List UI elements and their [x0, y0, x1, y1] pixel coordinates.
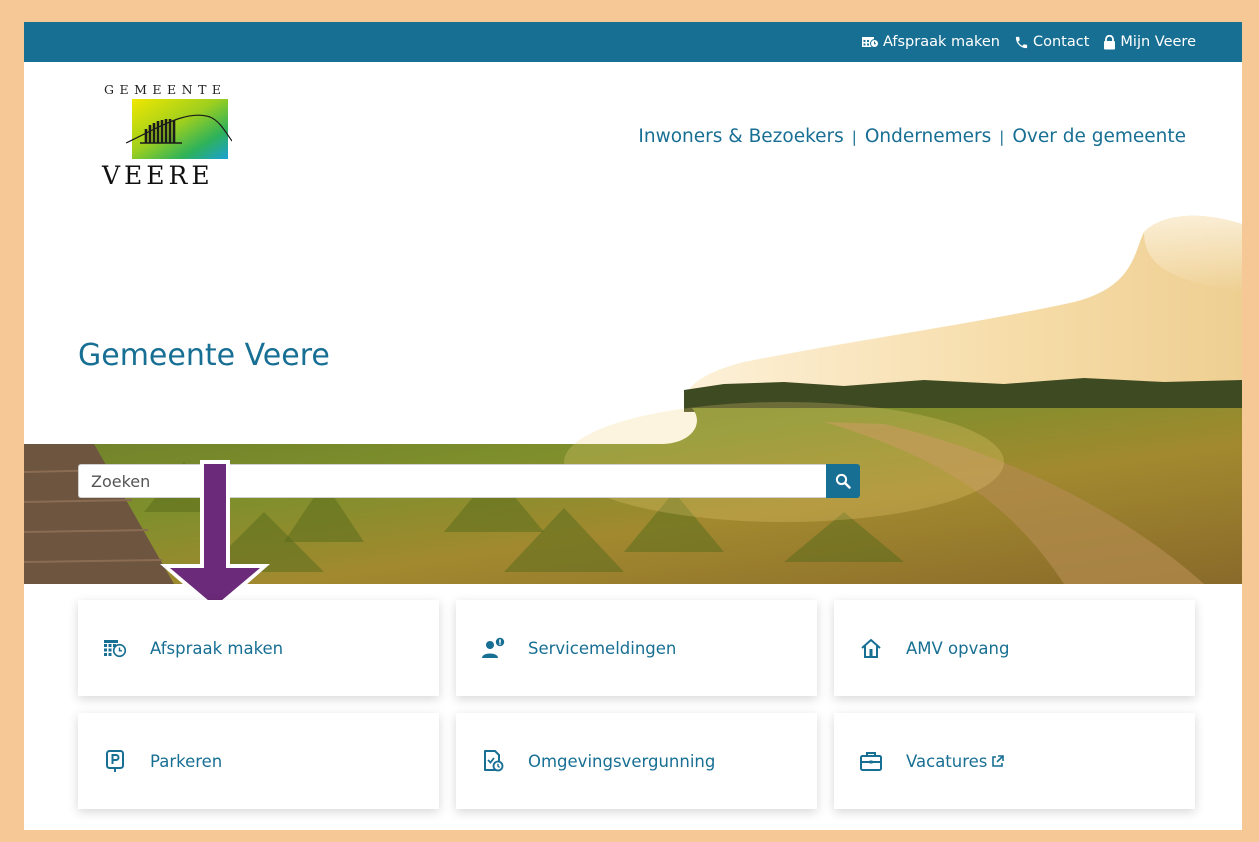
nav-item-over-de-gemeente[interactable]: Over de gemeente [1012, 126, 1186, 147]
annotation-arrow-down [160, 460, 270, 612]
parking-icon [102, 748, 128, 774]
tile-label-wrapper: Vacatures [906, 751, 1005, 771]
calendar-clock-icon [102, 635, 128, 661]
topbar-contact-link[interactable]: Contact [1014, 34, 1089, 50]
external-link-icon [992, 754, 1005, 767]
quick-links-grid: Afspraak maken Servicemeldingen AMV opva… [78, 600, 1196, 809]
topbar-contact-label: Contact [1033, 34, 1090, 50]
tile-label: Vacatures [906, 751, 988, 771]
phone-icon [1015, 36, 1028, 48]
tile-servicemeldingen[interactable]: Servicemeldingen [456, 600, 817, 696]
tile-vacatures[interactable]: Vacatures [834, 713, 1195, 809]
topbar-account-link[interactable]: Mijn Veere [1103, 34, 1196, 50]
browser-frame: Afspraak maken Contact Mijn Veere GEMEEN… [24, 22, 1242, 830]
topbar-appointment-link[interactable]: Afspraak maken [861, 34, 1000, 50]
tile-omgevingsvergunning[interactable]: Omgevingsvergunning [456, 713, 817, 809]
calendar-icon [861, 37, 879, 48]
nav-item-inwoners[interactable]: Inwoners & Bezoekers [638, 126, 843, 147]
utility-bar: Afspraak maken Contact Mijn Veere [24, 22, 1242, 62]
person-alert-icon [480, 635, 506, 661]
logo-text-bottom: VEERE [102, 161, 214, 190]
tile-afspraak-maken[interactable]: Afspraak maken [78, 600, 439, 696]
topbar-appointment-label: Afspraak maken [882, 34, 1000, 50]
page-title: Gemeente Veere [78, 338, 330, 373]
nav-separator: | [999, 127, 1005, 146]
tile-label: Servicemeldingen [528, 638, 677, 658]
main-navigation: Inwoners & Bezoekers | Ondernemers | Ove… [638, 126, 1186, 147]
topbar-account-label: Mijn Veere [1120, 34, 1196, 50]
search-icon [835, 473, 851, 489]
lock-icon [1104, 34, 1116, 49]
municipality-logo[interactable]: GEMEENTE VEERE [98, 82, 248, 192]
home-icon [858, 635, 884, 661]
tile-label: Parkeren [150, 751, 223, 771]
nav-item-ondernemers[interactable]: Ondernemers [865, 126, 991, 147]
tile-label: Afspraak maken [150, 638, 284, 658]
permit-icon [480, 748, 506, 774]
briefcase-icon [858, 748, 884, 774]
nav-separator: | [851, 127, 857, 146]
tile-label: AMV opvang [906, 638, 1010, 658]
tile-label: Omgevingsvergunning [528, 751, 716, 771]
tile-amv-opvang[interactable]: AMV opvang [834, 600, 1195, 696]
tile-parkeren[interactable]: Parkeren [78, 713, 439, 809]
search-button[interactable] [826, 464, 860, 498]
logo-text-top: GEMEENTE [104, 82, 227, 97]
